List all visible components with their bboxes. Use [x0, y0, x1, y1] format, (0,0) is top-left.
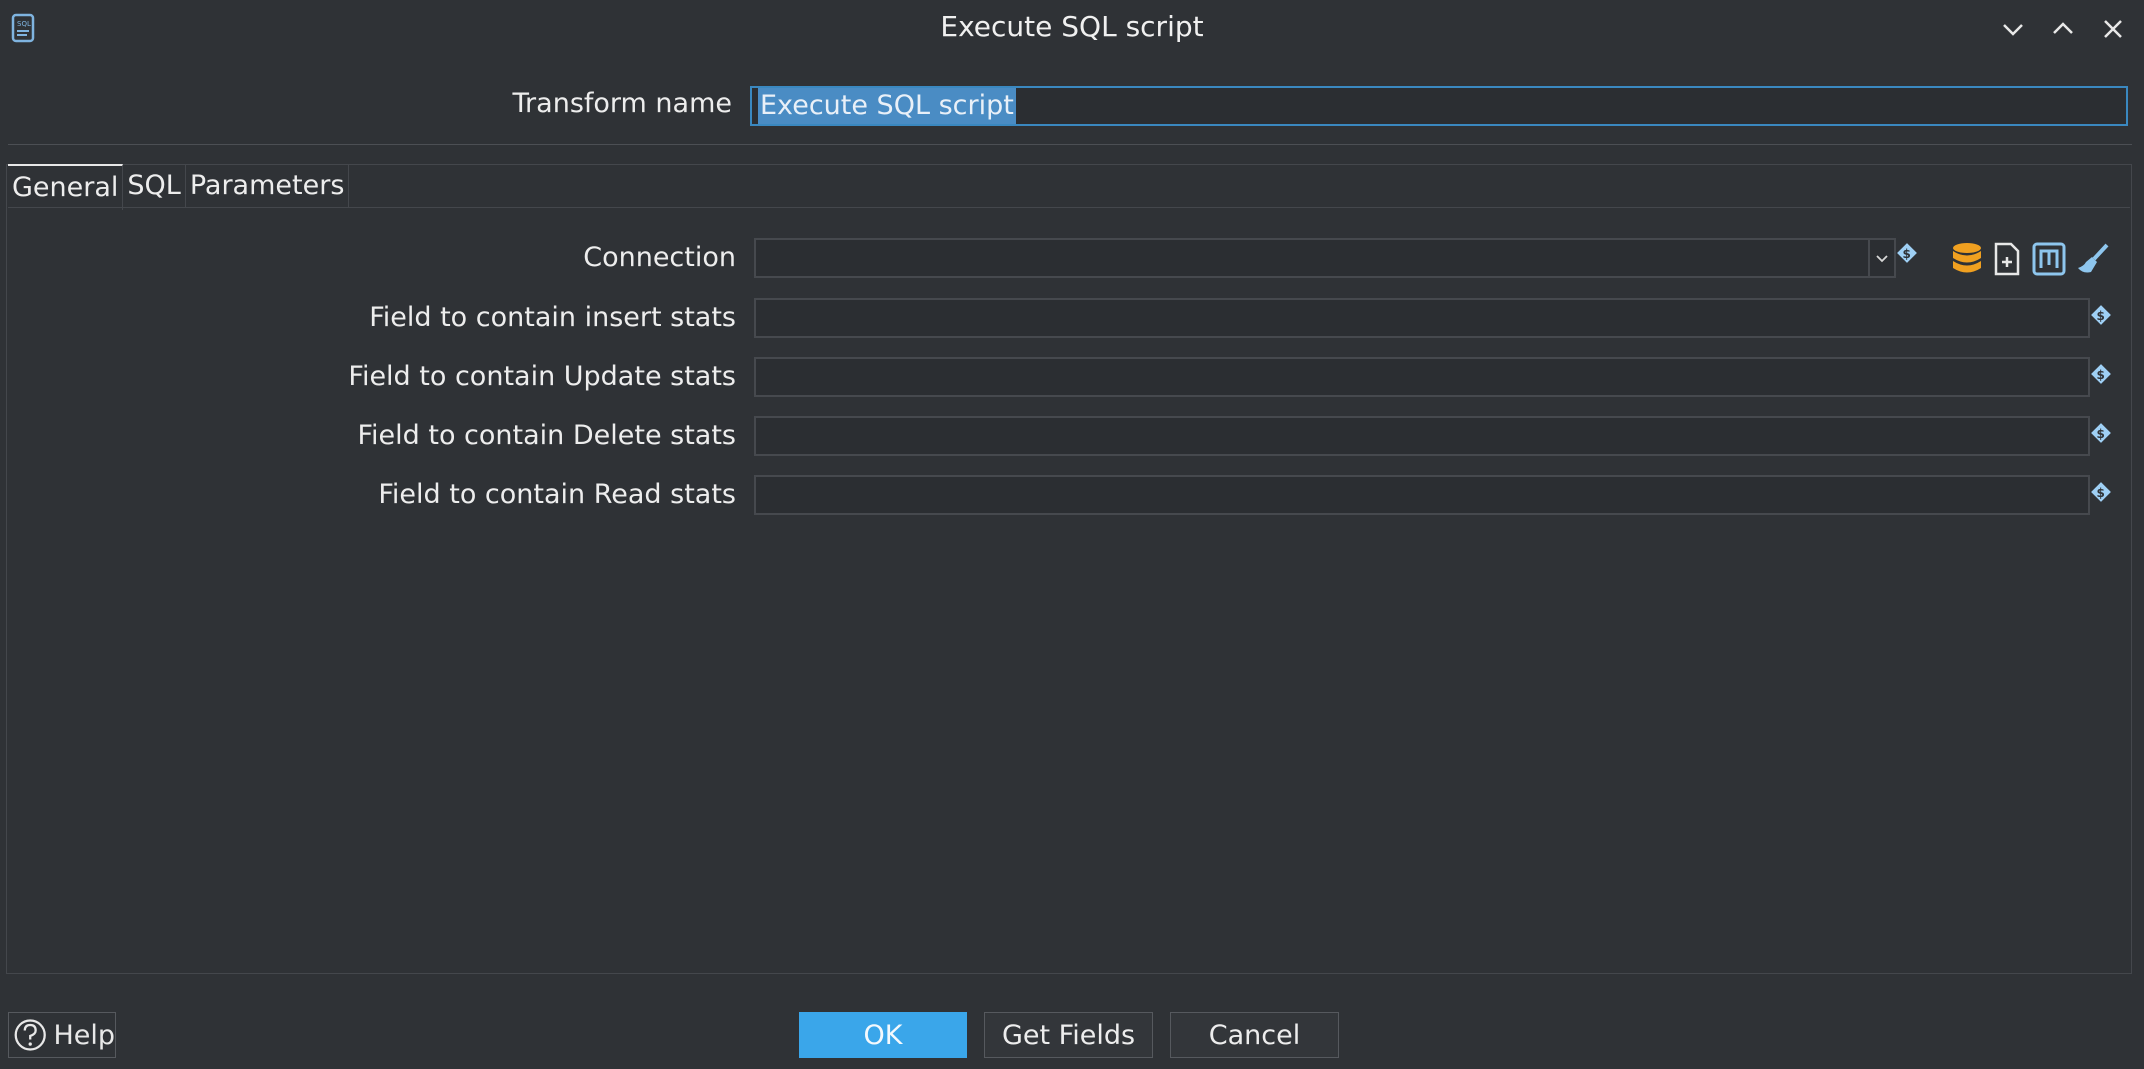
transform-name-value: Execute SQL script [758, 88, 1016, 124]
chevron-down-icon [1876, 255, 1888, 263]
transform-name-label: Transform name [512, 88, 732, 119]
variable-icon[interactable]: $ [1896, 242, 1918, 264]
connection-label: Connection [583, 242, 736, 273]
minimize-button[interactable] [1996, 12, 2030, 46]
metadata-icon[interactable] [2032, 240, 2066, 278]
insert-stats-field[interactable] [754, 298, 2090, 338]
variable-icon[interactable]: $ [2090, 481, 2112, 503]
title-bar: SQL Execute SQL script [0, 0, 2144, 56]
update-stats-field[interactable] [754, 357, 2090, 397]
svg-text:$: $ [2097, 309, 2105, 323]
close-button[interactable] [2096, 12, 2130, 46]
maximize-button[interactable] [2046, 12, 2080, 46]
chevron-down-icon [2003, 24, 2023, 36]
database-icon[interactable] [1950, 240, 1984, 278]
svg-text:$: $ [1903, 247, 1911, 261]
svg-text:$: $ [2097, 368, 2105, 382]
transform-name-input[interactable]: Execute SQL script [750, 86, 2128, 126]
read-stats-field[interactable] [754, 475, 2090, 515]
connection-dropdown-button[interactable] [1868, 238, 1894, 278]
cancel-button[interactable]: Cancel [1170, 1012, 1339, 1058]
delete-stats-label: Field to contain Delete stats [357, 420, 736, 451]
variable-icon[interactable]: $ [2090, 363, 2112, 385]
separator [8, 144, 2132, 145]
chevron-up-icon [2053, 22, 2073, 34]
delete-stats-field[interactable] [754, 416, 2090, 456]
svg-text:$: $ [2097, 486, 2105, 500]
get-fields-button[interactable]: Get Fields [984, 1012, 1153, 1058]
help-label: Help [53, 1019, 115, 1051]
tab-general[interactable]: General [8, 164, 124, 210]
close-icon [2104, 20, 2122, 38]
new-file-icon[interactable] [1990, 240, 2024, 278]
variable-icon[interactable]: $ [2090, 304, 2112, 326]
svg-text:$: $ [2097, 427, 2105, 441]
read-stats-label: Field to contain Read stats [378, 479, 736, 510]
connection-combo[interactable] [754, 238, 1896, 278]
tab-parameters[interactable]: Parameters [186, 164, 350, 208]
insert-stats-label: Field to contain insert stats [369, 302, 736, 333]
tab-sql[interactable]: SQL [123, 164, 186, 208]
variable-icon[interactable]: $ [2090, 422, 2112, 444]
help-button[interactable]: Help [8, 1012, 116, 1058]
update-stats-label: Field to contain Update stats [348, 361, 736, 392]
tab-divider [8, 207, 2130, 208]
tab-bar: General SQL Parameters [8, 164, 350, 210]
help-icon [14, 1019, 46, 1051]
tab-content-panel [6, 164, 2132, 974]
window-title: Execute SQL script [940, 10, 1204, 43]
ok-button[interactable]: OK [799, 1012, 967, 1058]
clean-brush-icon[interactable] [2076, 240, 2110, 278]
